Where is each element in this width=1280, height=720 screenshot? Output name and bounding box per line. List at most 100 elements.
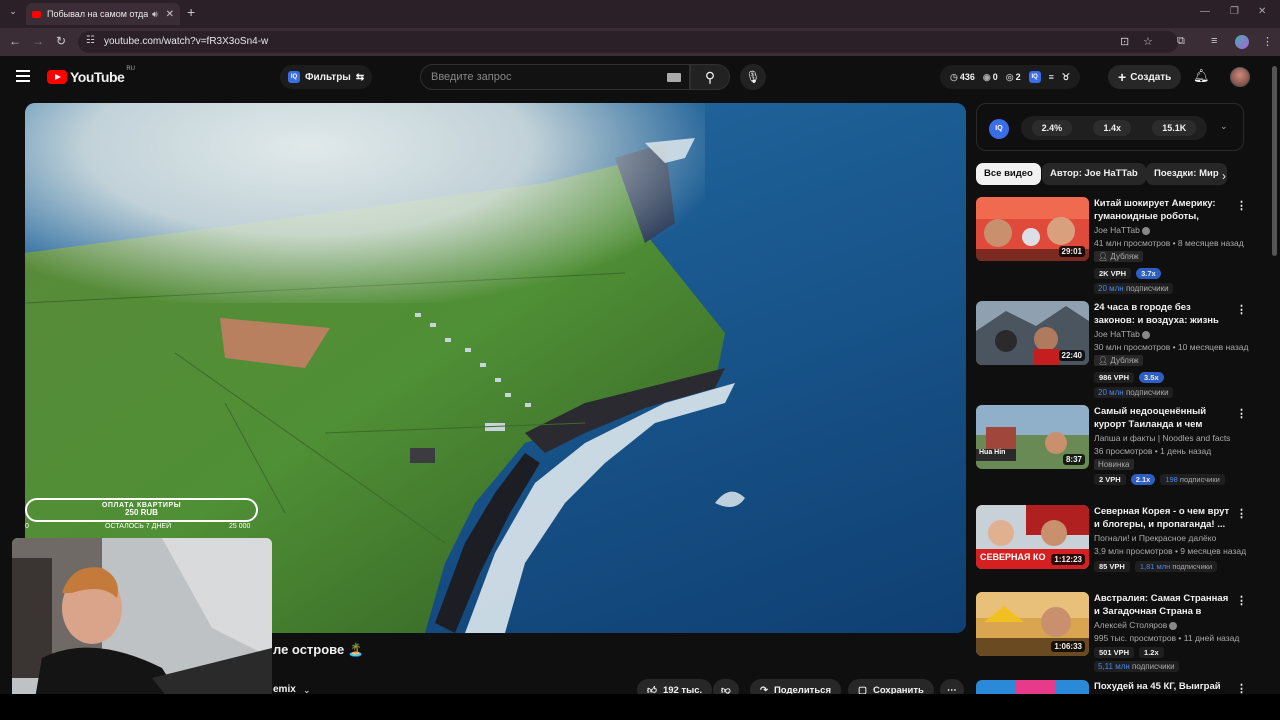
search-button[interactable]: ⚲ xyxy=(690,64,730,90)
eye-slash-icon: ◎ xyxy=(1005,71,1014,82)
tab-title: Побывал на самом отдаленном xyxy=(47,9,148,19)
rec-title: Северная Корея - о чем врут и блогеры, и… xyxy=(1094,506,1230,530)
recommendation-item[interactable]: Hua Hin 8:37 Самый недооценённый курорт … xyxy=(976,405,1247,500)
chip-travel[interactable]: Поездки: Мир xyxy=(1146,163,1227,185)
recommendation-item[interactable]: 1:06:33 Австралия: Самая Странная и Зага… xyxy=(976,592,1247,687)
plus-icon: + xyxy=(1118,69,1127,85)
reload-icon[interactable]: ↻ xyxy=(56,34,66,48)
rec-meta: 30 млн просмотров • 10 месяцев назад xyxy=(1094,342,1249,352)
eye-icon: ◉ xyxy=(982,71,991,82)
chip-author[interactable]: Автор: Joe HaTTab xyxy=(1042,163,1146,185)
person-icon: 👤︎ xyxy=(1098,356,1111,365)
install-app-icon[interactable]: ⊡ xyxy=(1120,35,1129,48)
rec-title: Китай шокирует Америку: гуманоидные робо… xyxy=(1094,198,1216,222)
iq-extension-panel: IQ 2.4% 1.4x 15.1K ⌄ xyxy=(976,103,1244,151)
forward-icon[interactable]: → xyxy=(32,34,44,48)
more-icon[interactable]: ⋮ xyxy=(1236,507,1247,520)
rec-title: Самый недооценённый курорт Таиланда и че… xyxy=(1094,406,1207,430)
youtube-logo[interactable]: YouTube RU xyxy=(47,66,135,85)
speaker-icon[interactable]: 🔊︎ xyxy=(152,9,158,20)
close-window-icon[interactable]: ✕ xyxy=(1258,6,1266,17)
address-bar[interactable]: ☷ youtube.com/watch?v=fR3X3oSn4-w xyxy=(78,31,1178,53)
media-icon[interactable]: ≡ xyxy=(1211,35,1217,47)
menu-icon[interactable] xyxy=(16,70,30,82)
rec-title: 24 часа в городе без законов: и воздуха:… xyxy=(1094,302,1219,326)
donation-goal-bar: ОПЛАТА КВАРТИРЫ 250 RUB xyxy=(25,498,258,522)
extensions-icon[interactable]: ⧉ xyxy=(1177,35,1185,48)
clock-icon: ◷ xyxy=(950,71,958,82)
search-input[interactable]: Введите запрос xyxy=(431,71,511,83)
rec-channel: Лапша и факты | Noodles and facts xyxy=(1094,433,1231,443)
person-icon: 👤︎ xyxy=(1098,252,1111,261)
url-text: youtube.com/watch?v=fR3X3oSn4-w xyxy=(104,36,269,47)
more-icon[interactable]: ⋮ xyxy=(1236,682,1246,694)
more-icon[interactable]: ⋮ xyxy=(1236,303,1247,316)
recommendation-item[interactable]: СЕВЕРНАЯ КО 1:12:23 Северная Корея - о ч… xyxy=(976,505,1247,600)
close-tab-icon[interactable]: ✕ xyxy=(166,9,174,20)
iq-metrics: 2.4% 1.4x 15.1K xyxy=(1021,116,1207,140)
keyboard-icon[interactable] xyxy=(667,73,681,82)
extension-stats[interactable]: ◷ 436 ◉ 0 ◎ 2 IQ ≡ ♉︎ xyxy=(940,65,1080,89)
more-icon[interactable]: ⋮ xyxy=(1236,407,1247,420)
recommendation-item[interactable]: 22:40 24 часа в городе без законов: и во… xyxy=(976,301,1249,398)
duration: 1:06:33 xyxy=(1051,641,1085,652)
more-icon[interactable]: ⋮ xyxy=(1236,594,1247,607)
country-code: RU xyxy=(126,66,135,72)
vph-row: 2K VPH 3.7x xyxy=(1094,268,1161,279)
create-button[interactable]: + Создать xyxy=(1108,65,1182,89)
subs-row: 5,11 млн подписчики xyxy=(1094,661,1179,672)
chevron-down-icon[interactable]: ⌄ xyxy=(1220,121,1228,132)
video-thumbnail[interactable]: 22:40 xyxy=(976,301,1089,365)
video-title: ле острове 🏝️ xyxy=(273,642,365,657)
verified-icon xyxy=(1169,621,1178,630)
dub-badge: 👤︎ Дубляж xyxy=(1094,355,1143,366)
rec-title: Похудей на 45 КГ, Выиграй xyxy=(1094,681,1221,692)
notifications-bell-icon[interactable]: 🔔︎ xyxy=(1193,68,1210,84)
video-thumbnail[interactable] xyxy=(976,680,1089,694)
subs-row: 20 млн подписчики xyxy=(1094,283,1173,294)
chip-all-videos[interactable]: Все видео xyxy=(976,163,1041,185)
browser-tab[interactable]: Побывал на самом отдаленном 🔊︎ ✕ xyxy=(26,3,180,25)
video-thumbnail[interactable]: Hua Hin 8:37 xyxy=(976,405,1089,469)
duration: 22:40 xyxy=(1058,350,1085,361)
donation-amount: 250 RUB xyxy=(125,508,158,517)
tab-search-icon[interactable]: ⌄ xyxy=(6,6,20,20)
iq-icon: IQ xyxy=(288,71,300,83)
iq-metric-1: 2.4% xyxy=(1031,120,1073,136)
stat-b: 0 xyxy=(992,71,998,82)
restore-icon[interactable]: ❐ xyxy=(1230,6,1239,17)
site-settings-icon[interactable]: ☷ xyxy=(86,35,95,46)
video-thumbnail[interactable]: 1:06:33 xyxy=(976,592,1089,656)
new-tab-button[interactable]: + xyxy=(187,4,195,20)
back-icon[interactable]: ← xyxy=(9,34,21,48)
donation-remaining: ОСТАЛОСЬ 7 ДНЕЙ xyxy=(105,523,172,530)
rec-channel: Алексей Столяров xyxy=(1094,620,1178,630)
video-thumbnail[interactable]: СЕВЕРНАЯ КО 1:12:23 xyxy=(976,505,1089,569)
list-icon[interactable]: ≡ xyxy=(1049,72,1054,82)
duration: 29:01 xyxy=(1058,246,1085,257)
thumb-caption: СЕВЕРНАЯ КО xyxy=(980,552,1046,562)
iq-metric-3: 15.1K xyxy=(1152,120,1197,136)
voice-search-button[interactable]: 🎙︎ xyxy=(740,64,766,90)
subs-row: 20 млн подписчики xyxy=(1094,387,1173,398)
dub-badge: 👤︎ Дубляж xyxy=(1094,251,1143,262)
filters-button[interactable]: IQ Фильтры ⇆ xyxy=(280,65,373,89)
browser-menu-icon[interactable]: ⋮ xyxy=(1262,35,1273,48)
recommendation-item[interactable]: 29:01 Китай шокирует Америку: гуманоидны… xyxy=(976,197,1247,294)
search-box[interactable]: Введите запрос xyxy=(420,64,690,90)
chevron-right-icon[interactable]: › xyxy=(1222,169,1226,183)
ribbon-icon[interactable]: ♉︎ xyxy=(1062,72,1070,83)
page-scrollbar[interactable] xyxy=(1272,66,1277,256)
iq-icon[interactable]: IQ xyxy=(1028,71,1041,83)
recommendation-item[interactable]: Похудей на 45 КГ, Выиграй ⋮ xyxy=(976,680,1246,694)
iq-logo-icon[interactable]: IQ xyxy=(989,119,1009,139)
iq-metric-2: 1.4x xyxy=(1093,120,1131,136)
user-avatar[interactable] xyxy=(1230,67,1250,87)
browser-profile-avatar[interactable] xyxy=(1235,35,1249,49)
more-icon[interactable]: ⋮ xyxy=(1236,199,1247,212)
rec-title: Австралия: Самая Странная и Загадочная С… xyxy=(1094,593,1229,617)
minimize-icon[interactable]: — xyxy=(1200,6,1210,17)
video-thumbnail[interactable]: 29:01 xyxy=(976,197,1089,261)
bookmark-star-icon[interactable]: ☆ xyxy=(1143,35,1153,48)
streamer-webcam xyxy=(12,538,272,716)
